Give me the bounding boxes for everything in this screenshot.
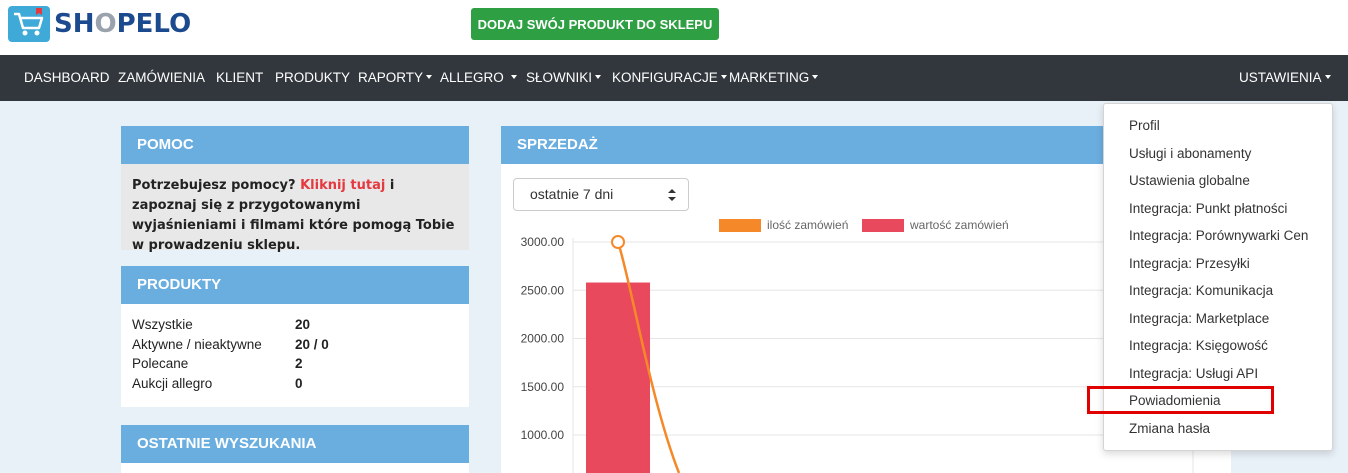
settings-menu-item-ustawienia-globalne[interactable]: Ustawienia globalne <box>1129 173 1250 188</box>
nav-dictionaries[interactable]: SŁOWNIKI <box>526 55 602 101</box>
settings-menu-item-integracja-komunikacja[interactable]: Integracja: Komunikacja <box>1129 283 1273 298</box>
add-product-button[interactable]: DODAJ SWÓJ PRODUKT DO SKLEPU <box>471 8 719 40</box>
stat-row-active: Aktywne / nieaktywne 20 / 0 <box>132 336 329 352</box>
caret-down-icon <box>720 75 727 80</box>
cart-logo-icon <box>8 6 50 42</box>
main-nav: DASHBOARD ZAMÓWIENIA KLIENT PRODUKTY RAP… <box>0 55 1348 101</box>
help-link[interactable]: Kliknij tutaj <box>300 178 385 193</box>
products-stats: Wszystkie 20 Aktywne / nieaktywne 20 / 0 P… <box>121 304 469 408</box>
settings-menu-item-integracja-przesyłki[interactable]: Integracja: Przesyłki <box>1129 256 1250 271</box>
help-text: Potrzebujesz pomocy? Kliknij tutaj i zap… <box>121 164 469 253</box>
caret-down-icon <box>510 75 517 80</box>
caret-down-icon <box>426 75 433 80</box>
products-panel: PRODUKTY Wszystkie 20 Aktywne / nieaktywn… <box>121 266 469 407</box>
recent-searches-title: OSTATNIE WYSZUKANIA <box>121 425 469 463</box>
stat-row-all: Wszystkie 20 <box>132 317 311 332</box>
nav-allegro[interactable]: ALLEGRO <box>440 55 517 101</box>
stat-row-allegro: Aukcji allegro 0 <box>132 375 303 391</box>
nav-marketing[interactable]: MARKETING <box>729 55 819 101</box>
caret-down-icon <box>812 75 819 80</box>
settings-menu-item-profil[interactable]: Profil <box>1129 118 1160 133</box>
y-tick-label: 1000.00 <box>521 428 565 442</box>
highlight-box <box>1087 386 1274 414</box>
bar-orders-value <box>586 282 650 473</box>
nav-products[interactable]: PRODUKTY <box>275 55 350 101</box>
settings-menu-item-integracja-punkt-płatności[interactable]: Integracja: Punkt płatności <box>1129 201 1287 216</box>
line-point-orders-count <box>611 235 625 249</box>
recent-searches-panel: OSTATNIE WYSZUKANIA <box>121 425 469 473</box>
help-panel-title: POMOC <box>121 126 469 164</box>
caret-down-icon <box>1324 75 1331 80</box>
settings-menu-item-integracja-usługi-api[interactable]: Integracja: Usługi API <box>1129 366 1258 381</box>
top-bar: SHOPELO DODAJ SWÓJ PRODUKT DO SKLEPU <box>0 0 1348 55</box>
y-tick-label: 2500.00 <box>521 283 565 297</box>
caret-down-icon <box>595 75 602 80</box>
settings-menu-item-integracja-marketplace[interactable]: Integracja: Marketplace <box>1129 311 1269 326</box>
brand-name: SHOPELO <box>54 9 192 39</box>
help-panel: POMOC Potrzebujesz pomocy? Kliknij tutaj… <box>121 126 469 253</box>
nav-client[interactable]: KLIENT <box>216 55 263 101</box>
logo[interactable]: SHOPELO <box>8 6 191 42</box>
settings-menu-item-integracja-porównywarki-cen[interactable]: Integracja: Porównywarki Cen <box>1129 228 1308 243</box>
settings-menu-item-integracja-księgowość[interactable]: Integracja: Księgowość <box>1129 338 1268 353</box>
nav-configurations[interactable]: KONFIGURACJE <box>612 55 727 101</box>
nav-reports[interactable]: RAPORTY <box>358 55 433 101</box>
y-tick-label: 1500.00 <box>521 380 565 394</box>
nav-settings[interactable]: USTAWIENIA <box>1239 55 1331 101</box>
products-panel-title: PRODUKTY <box>121 266 469 304</box>
y-tick-label: 3000.00 <box>521 235 565 249</box>
settings-menu-item-usługi-i-abonamenty[interactable]: Usługi i abonamenty <box>1129 146 1251 161</box>
y-tick-label: 2000.00 <box>521 332 565 346</box>
settings-menu-item-zmiana-hasła[interactable]: Zmiana hasła <box>1129 421 1210 436</box>
stat-row-featured: Polecane 2 <box>132 356 303 371</box>
nav-dashboard[interactable]: DASHBOARD <box>24 55 110 101</box>
nav-orders[interactable]: ZAMÓWIENIA <box>118 55 205 101</box>
